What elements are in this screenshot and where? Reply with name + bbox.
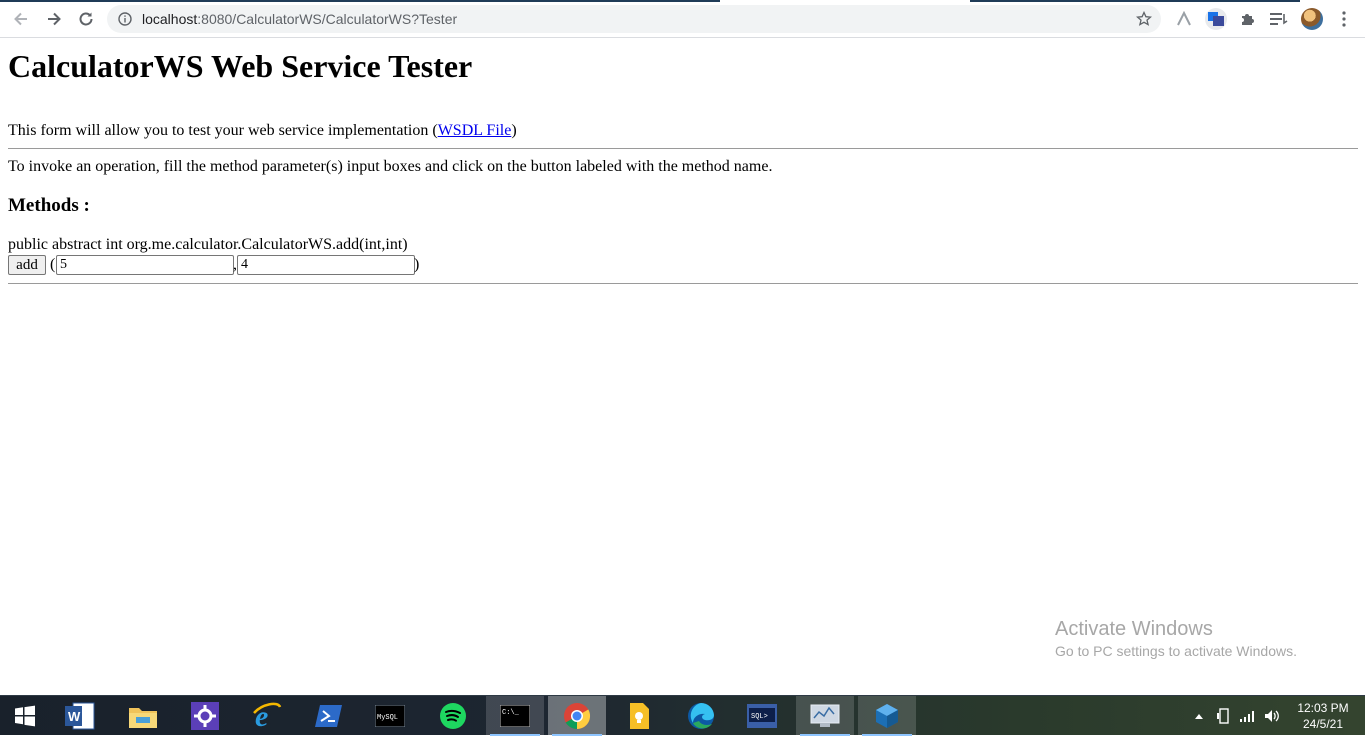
- svg-text:MySQL: MySQL: [377, 714, 398, 722]
- intro-close: ): [511, 122, 517, 139]
- sql-plus-icon: SQL>: [747, 704, 777, 728]
- keep-icon: [630, 703, 649, 729]
- divider-bottom: [8, 283, 1358, 284]
- url-host: localhost: [142, 11, 198, 27]
- extensions-button[interactable]: [1237, 8, 1259, 30]
- param1-input[interactable]: [56, 255, 234, 275]
- extension-a-icon: [1177, 11, 1191, 26]
- taskbar-edge[interactable]: [672, 696, 730, 736]
- show-hidden-icons-button[interactable]: [1191, 696, 1207, 736]
- profile-avatar[interactable]: [1301, 8, 1323, 30]
- tray-volume[interactable]: [1262, 696, 1282, 736]
- speaker-icon: [1265, 710, 1279, 722]
- taskbar-virtualbox[interactable]: [858, 696, 916, 736]
- close-paren: ): [414, 256, 420, 273]
- tray-network[interactable]: [1238, 696, 1258, 736]
- intro-paragraph: This form will allow you to test your we…: [8, 122, 517, 140]
- taskbar-sql-plus[interactable]: SQL>: [733, 696, 791, 736]
- start-button[interactable]: [0, 696, 50, 736]
- taskbar-file-explorer[interactable]: [114, 696, 172, 736]
- activate-windows-subtitle: Go to PC settings to activate Windows.: [1055, 643, 1297, 659]
- taskbar-spotify[interactable]: [424, 696, 482, 736]
- edge-icon: [688, 702, 714, 729]
- clock-date: 24/5/21: [1302, 717, 1344, 731]
- methods-heading: Methods :: [8, 195, 90, 216]
- kebab-menu-icon: [1342, 11, 1346, 27]
- spotify-icon: [440, 703, 466, 729]
- settings-icon: [191, 702, 219, 730]
- star-icon[interactable]: [1136, 11, 1152, 27]
- extension-translate-icon: [1208, 12, 1224, 26]
- taskbar-powershell[interactable]: [300, 696, 358, 736]
- start-icon: [15, 705, 35, 727]
- chrome-icon: [564, 703, 591, 730]
- mysql-icon: MySQL: [375, 705, 405, 727]
- wsdl-file-link[interactable]: WSDL File: [438, 122, 512, 139]
- instructions-text: To invoke an operation, fill the method …: [8, 158, 773, 175]
- taskbar-keep[interactable]: [610, 696, 668, 736]
- method-signature: public abstract int org.me.calculator.Ca…: [8, 236, 408, 253]
- svg-text:C:\_: C:\_: [502, 709, 520, 717]
- svg-text:SQL>: SQL>: [751, 713, 768, 721]
- powershell-icon: [315, 705, 342, 727]
- taskbar-chrome[interactable]: [548, 696, 606, 736]
- back-arrow-icon: [14, 12, 27, 26]
- taskbar-internet-explorer[interactable]: e: [238, 696, 296, 736]
- reading-list-icon: [1270, 13, 1288, 25]
- chevron-up-icon: [1195, 714, 1203, 719]
- word-icon: W: [65, 702, 95, 730]
- url-text[interactable]: localhost:8080/CalculatorWS/CalculatorWS…: [142, 11, 457, 27]
- reload-button[interactable]: [73, 6, 99, 32]
- taskbar: W e MySQL C:\_ SQL> 12:03 PM 24/5/21: [0, 695, 1365, 736]
- url-path: :8080/CalculatorWS/CalculatorWS?Tester: [197, 11, 458, 27]
- internet-explorer-icon: e: [253, 701, 282, 731]
- svg-text:W: W: [68, 709, 81, 724]
- device-icon: [1217, 708, 1229, 724]
- intro-text: This form will allow you to test your we…: [8, 122, 438, 139]
- add-button[interactable]: add: [8, 255, 46, 275]
- address-bar[interactable]: localhost:8080/CalculatorWS/CalculatorWS…: [107, 5, 1161, 33]
- browser-toolbar: localhost:8080/CalculatorWS/CalculatorWS…: [0, 0, 1365, 38]
- info-icon[interactable]: [118, 12, 132, 26]
- back-button[interactable]: [8, 6, 34, 32]
- signal-icon: [1240, 711, 1254, 722]
- param2-input[interactable]: [237, 255, 415, 275]
- activate-windows-title: Activate Windows: [1055, 618, 1213, 640]
- file-explorer-icon: [129, 708, 157, 728]
- virtualbox-icon: [876, 704, 898, 728]
- open-paren: (: [50, 256, 56, 273]
- reload-icon: [79, 12, 93, 26]
- puzzle-icon: [1242, 14, 1254, 25]
- divider-top: [8, 148, 1358, 149]
- extension-a-button[interactable]: [1173, 8, 1195, 30]
- taskbar-command-prompt[interactable]: C:\_: [486, 696, 544, 736]
- command-prompt-icon: C:\_: [500, 705, 530, 727]
- forward-arrow-icon: [48, 12, 61, 26]
- tray-device[interactable]: [1213, 696, 1233, 736]
- taskbar-mysql[interactable]: MySQL: [361, 696, 419, 736]
- clock-time: 12:03 PM: [1297, 701, 1349, 715]
- taskbar-settings[interactable]: [176, 696, 234, 736]
- taskbar-word[interactable]: W: [51, 696, 109, 736]
- menu-button[interactable]: [1333, 8, 1355, 30]
- window-top-edge: [0, 0, 1365, 2]
- taskbar-clock[interactable]: 12:03 PM 24/5/21: [1288, 700, 1358, 732]
- page-title: CalculatorWS Web Service Tester: [8, 48, 473, 84]
- extension-translate-button[interactable]: [1205, 8, 1227, 30]
- reading-list-button[interactable]: [1268, 8, 1290, 30]
- server-monitor-icon: [810, 704, 840, 727]
- taskbar-server-monitor[interactable]: [796, 696, 854, 736]
- forward-button[interactable]: [41, 6, 67, 32]
